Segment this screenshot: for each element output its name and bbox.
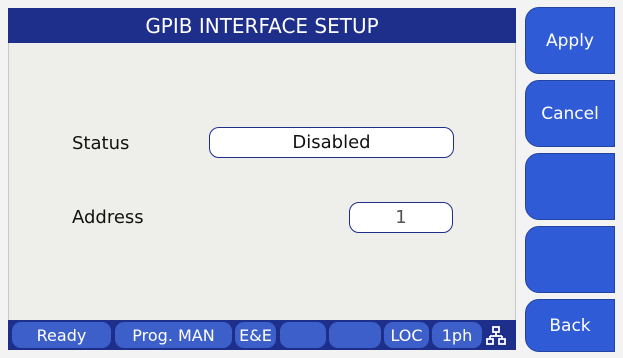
address-label: Address	[72, 207, 144, 228]
softkey-4-button[interactable]	[525, 226, 615, 293]
status-empty-2	[329, 322, 381, 348]
network-icon	[486, 326, 506, 345]
softkey-3-button[interactable]	[525, 153, 615, 220]
status-loc: LOC	[384, 322, 429, 348]
cancel-button[interactable]: Cancel	[525, 80, 615, 147]
status-ee: E&E	[235, 322, 276, 348]
status-program-mode: Prog. MAN	[115, 322, 232, 348]
status-phase: 1ph	[432, 322, 482, 348]
address-field[interactable]: 1	[349, 202, 453, 233]
main-panel	[8, 8, 516, 350]
instrument-screen: GPIB INTERFACE SETUP Status Disabled Add…	[0, 0, 623, 358]
status-label: Status	[72, 133, 130, 154]
status-empty-1	[280, 322, 326, 348]
back-button[interactable]: Back	[525, 299, 615, 352]
apply-button[interactable]: Apply	[525, 7, 615, 74]
status-ready: Ready	[12, 322, 111, 348]
status-field[interactable]: Disabled	[209, 127, 454, 158]
page-title: GPIB INTERFACE SETUP	[8, 8, 516, 43]
